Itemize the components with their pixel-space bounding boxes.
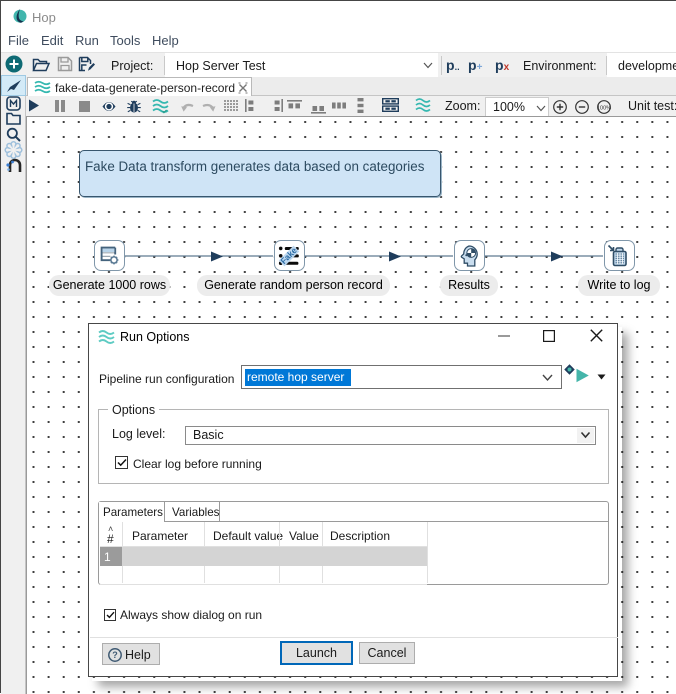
svg-text:100%: 100% xyxy=(597,105,611,111)
svg-text:?: ? xyxy=(112,650,118,660)
